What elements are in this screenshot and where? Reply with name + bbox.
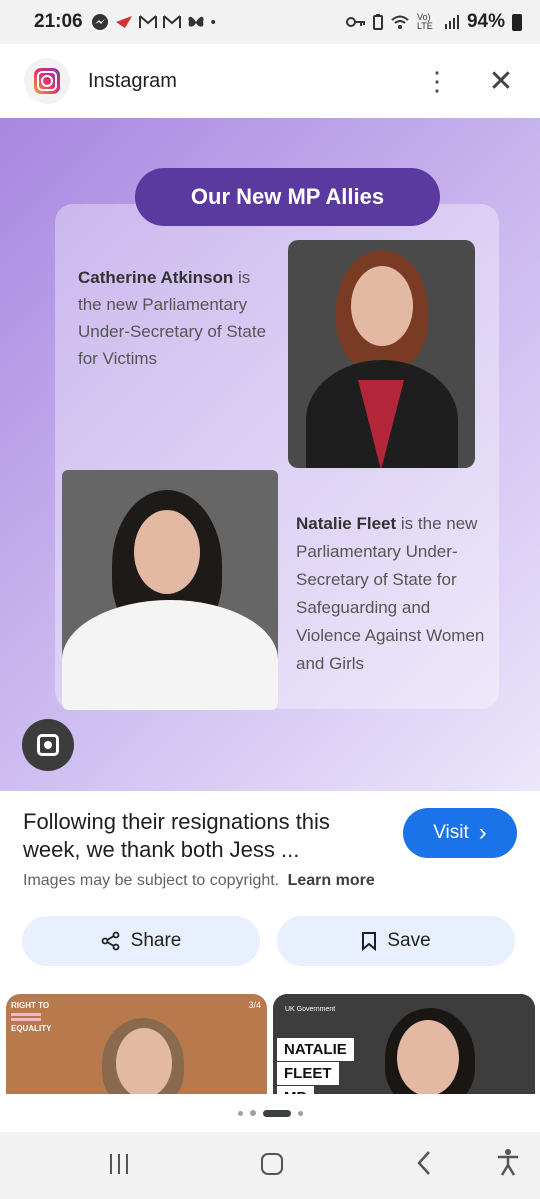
result-title[interactable]: Following their resignations this week, …: [23, 808, 383, 864]
person1-name: Catherine Atkinson: [78, 268, 234, 287]
visit-button[interactable]: Visit ›: [403, 808, 517, 858]
save-button[interactable]: Save: [277, 916, 515, 966]
thumb2-gov-label: UK Government: [285, 1006, 336, 1013]
status-time: 21:06: [34, 11, 83, 32]
more-options-icon[interactable]: ⋮: [422, 66, 452, 97]
back-icon[interactable]: [416, 1150, 432, 1176]
lens-search-button[interactable]: [22, 719, 74, 771]
thumb2-name-2: FLEET: [277, 1062, 339, 1085]
airline-icon: [115, 16, 132, 28]
pager-dot: [249, 1110, 256, 1116]
home-icon[interactable]: [261, 1153, 283, 1175]
battery-icon: [512, 13, 522, 31]
wifi-icon: [391, 15, 409, 29]
pager-dots: [0, 1108, 540, 1118]
key-icon: [345, 17, 365, 27]
status-bar: 21:06 • Vo) LTE 94%: [0, 0, 540, 44]
caption-person1: Catherine Atkinson is the new Parliament…: [78, 264, 278, 372]
system-icons: Vo) LTE 94%: [345, 11, 522, 33]
volte-icon: Vo) LTE: [416, 12, 433, 31]
gmail-icon: [162, 15, 181, 28]
system-nav-bar: [0, 1132, 540, 1199]
lens-icon: [37, 734, 59, 756]
thumb2-name-1: NATALIE: [277, 1038, 354, 1061]
image-headline: Our New MP Allies: [135, 168, 440, 226]
person2-name: Natalie Fleet: [296, 514, 397, 533]
thumb1-counter: 3/4: [248, 1000, 261, 1010]
share-icon: [101, 931, 120, 951]
person2-desc: is the new Parliamentary Under-Secretary…: [296, 514, 485, 673]
person1-photo: [288, 240, 475, 468]
related-images: RIGHT TO EQUALITY 3/4 UK Government NATA…: [0, 994, 540, 1094]
visit-label: Visit: [433, 822, 469, 843]
thumb1-tag: RIGHT TO EQUALITY: [11, 1001, 52, 1033]
instagram-logo-icon[interactable]: [24, 58, 70, 104]
copyright-text: Images may be subject to copyright.: [23, 872, 280, 889]
pager-dot: [297, 1110, 303, 1116]
person2-photo: [62, 470, 278, 710]
pager-dot-active: [262, 1109, 291, 1117]
signal-icon: [444, 15, 459, 29]
notification-icons: •: [91, 13, 216, 31]
messenger-icon: [91, 14, 108, 30]
thumb2-name-3: MP: [277, 1086, 314, 1094]
battery-percent: 94%: [466, 11, 505, 32]
related-image-2[interactable]: UK Government NATALIE FLEET MP: [273, 994, 535, 1094]
share-label: Share: [130, 930, 182, 951]
share-button[interactable]: Share: [22, 916, 260, 966]
source-title[interactable]: Instagram: [88, 70, 177, 93]
caption-person2: Natalie Fleet is the new Parliamentary U…: [296, 510, 496, 678]
copyright-notice: Images may be subject to copyright. Lear…: [23, 872, 375, 890]
pager-dot: [237, 1110, 243, 1116]
recent-apps-icon[interactable]: [110, 1154, 132, 1174]
chevron-right-icon: ›: [478, 819, 487, 846]
gmail-icon: [138, 15, 157, 28]
bookmark-icon: [362, 932, 377, 951]
image-preview[interactable]: Our New MP Allies Catherine Atkinson is …: [0, 118, 540, 791]
learn-more-link[interactable]: Learn more: [288, 872, 375, 889]
accessibility-icon[interactable]: [496, 1148, 520, 1176]
close-icon[interactable]: ✕: [486, 64, 516, 99]
butterfly-icon: [188, 16, 204, 27]
dot-icon: •: [210, 13, 216, 31]
battery-saver-icon: [372, 14, 383, 30]
save-label: Save: [387, 930, 431, 951]
related-image-1[interactable]: RIGHT TO EQUALITY 3/4: [6, 994, 267, 1094]
source-header: Instagram ⋮ ✕: [0, 44, 540, 118]
